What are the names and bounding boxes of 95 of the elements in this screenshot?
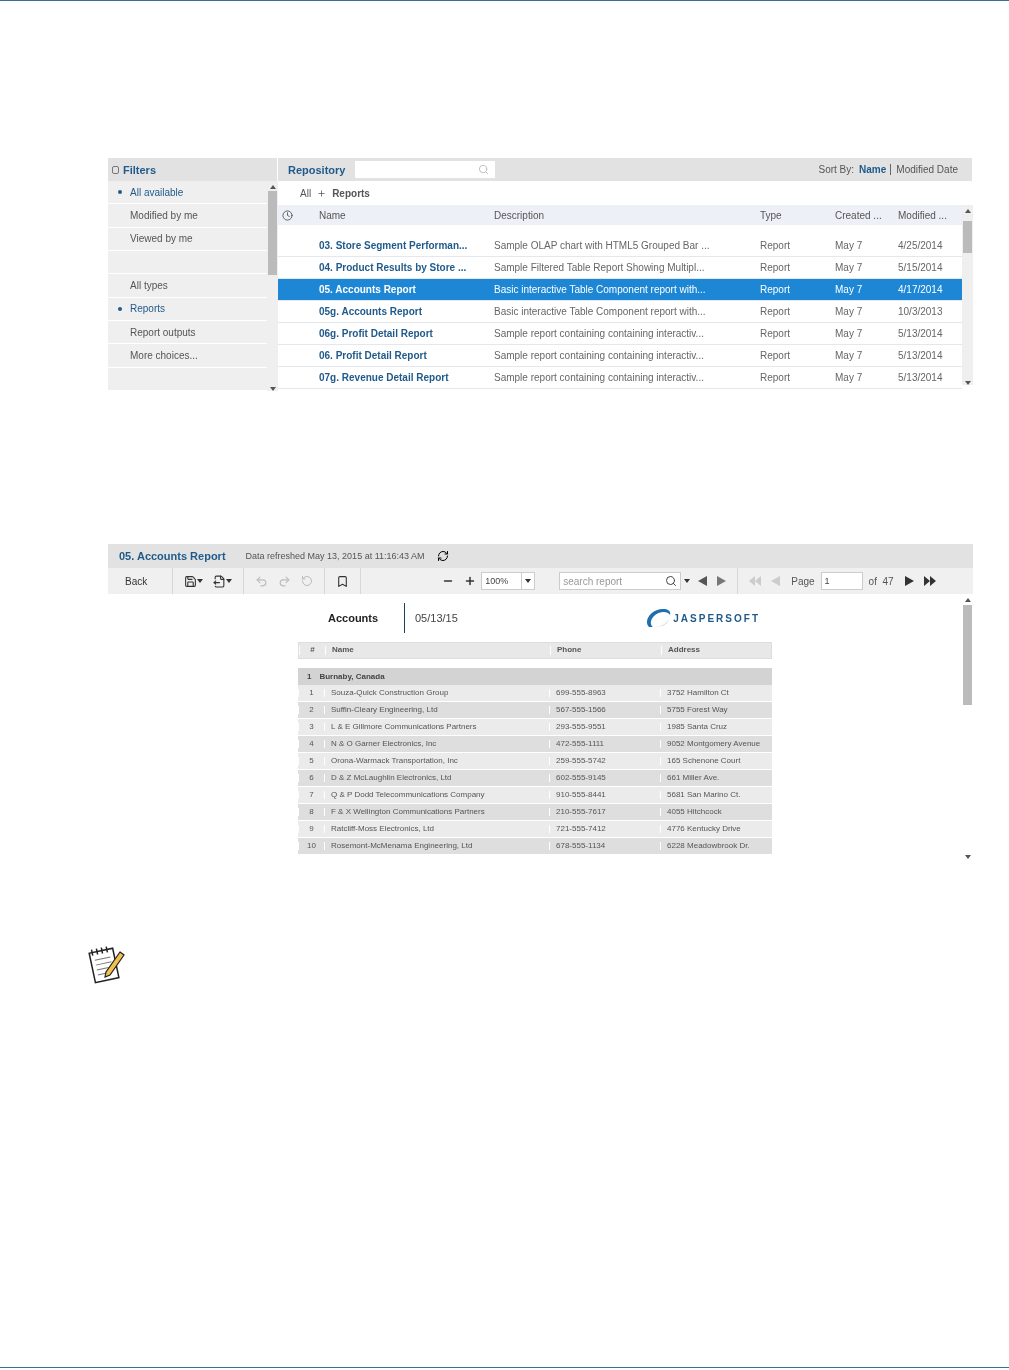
sort-option[interactable]: Modified Date — [896, 164, 958, 175]
column-header[interactable]: Name — [315, 209, 490, 221]
page-count: of 47 — [868, 575, 894, 587]
column-header: Address — [661, 646, 773, 655]
table-cell: D & Z McLaughlin Electronics, Ltd — [324, 773, 549, 783]
column-header: Phone — [550, 646, 661, 655]
table-cell: 9 — [298, 824, 324, 834]
checkbox-icon — [112, 165, 119, 174]
breadcrumb-current: Reports — [332, 187, 370, 199]
table-cell: 210-555-7617 — [549, 807, 660, 817]
table-cell: 4055 Hitchcock — [660, 807, 772, 817]
refresh-time: Data refreshed May 13, 2015 at 11:16:43 AM — [245, 551, 425, 561]
table-cell: 293-555-9551 — [549, 722, 660, 732]
table-cell: 6 — [298, 773, 324, 783]
file-arrow-icon — [213, 574, 227, 588]
double-left-icon — [749, 576, 762, 586]
table-cell: Souza-Quick Construction Group — [324, 688, 549, 698]
table-cell: 4776 Kentucky Drive — [660, 824, 772, 834]
table-cell: 3 — [298, 722, 324, 732]
group-label: Burnaby, Canada — [319, 672, 385, 681]
undo-icon — [255, 574, 269, 588]
page-field[interactable]: 1 — [820, 572, 863, 590]
caret-icon — [684, 579, 691, 583]
double-right-icon — [923, 576, 936, 586]
right-triangle-icon — [904, 576, 914, 586]
plus-icon — [464, 575, 477, 587]
table-cell: 472-555-1111 — [549, 739, 660, 749]
table-cell: 2 — [298, 705, 324, 715]
plus-icon — [317, 188, 327, 198]
sort-label: Sort By: — [818, 164, 855, 175]
report-date: 05/13/15 — [415, 612, 458, 624]
table-cell: 9052 Montgomery Avenue — [660, 739, 772, 749]
table-cell: 10 — [298, 841, 324, 851]
table-cell: 259-555-5742 — [549, 756, 660, 766]
right-triangle-icon — [717, 576, 727, 586]
sort-option[interactable]: Name — [859, 164, 887, 175]
table-cell: 165 Schenone Court — [660, 756, 772, 766]
table-cell: 4 — [298, 739, 324, 749]
table-cell: 5681 San Marino Ct. — [660, 790, 772, 800]
left-triangle-icon — [698, 576, 708, 586]
column-header: Name — [325, 646, 550, 655]
table-cell: Ratcliff-Moss Electronics, Ltd — [324, 824, 549, 834]
table-cell: 7 — [298, 790, 324, 800]
scrollbar[interactable] — [962, 205, 973, 385]
table-cell: Rosemont-McMenama Engineering, Ltd — [324, 841, 549, 851]
notepad-pencil-icon — [86, 944, 126, 986]
table-cell: L & E Gillmore Communications Partners — [324, 722, 549, 732]
logo-text: JASPERSOFT — [673, 612, 760, 624]
caret-icon — [197, 579, 204, 583]
table-row[interactable]: 05. Accounts Report Basic interactive Table Component report with... Report May 7 4/17/2014 — [278, 279, 962, 301]
table-cell: F & X Wellington Communications Partners — [324, 807, 549, 817]
column-header[interactable]: Description — [490, 209, 756, 221]
clock-icon — [282, 209, 293, 221]
table-cell: 1985 Santa Cruz — [660, 722, 772, 732]
column-header[interactable]: Created ... — [831, 209, 894, 221]
bookmark-icon — [336, 574, 350, 588]
report-heading: Accounts — [328, 612, 380, 624]
table-cell: Orona-Warmack Transportation, Inc — [324, 756, 549, 766]
report-title: 05. Accounts Report — [119, 550, 226, 562]
caret-icon — [226, 579, 233, 583]
page-label: Page — [791, 575, 815, 587]
table-cell: 8 — [298, 807, 324, 817]
redo-icon — [278, 574, 292, 588]
search-field[interactable] — [355, 161, 496, 178]
search-icon — [478, 164, 490, 175]
column-header[interactable]: Modified ... — [894, 209, 962, 221]
table-cell: 661 Miller Ave. — [660, 773, 772, 783]
table-cell: 5 — [298, 756, 324, 766]
column-header: # — [299, 646, 325, 655]
filters-title: Filters — [123, 163, 156, 176]
table-cell: 910-555-8441 — [549, 790, 660, 800]
table-cell: Q & P Dodd Telecommunications Company — [324, 790, 549, 800]
table-cell: 602-555-9145 — [549, 773, 660, 783]
back-button[interactable]: Back — [120, 570, 153, 592]
table-cell: 1 — [298, 688, 324, 698]
table-cell: 699-555-8963 — [549, 688, 660, 698]
swoosh-logo-icon — [645, 607, 672, 629]
table-cell: 678-555-1134 — [549, 841, 660, 851]
table-cell: 6228 Meadowbrook Dr. — [660, 841, 772, 851]
table-cell: N & O Garner Electronics, Inc — [324, 739, 549, 749]
column-header[interactable]: Type — [756, 209, 831, 221]
table-cell: 721-555-7412 — [549, 824, 660, 834]
breadcrumb-link[interactable]: All — [300, 187, 312, 199]
search-icon — [665, 575, 678, 587]
refresh-icon[interactable] — [436, 550, 449, 562]
repository-title: Repository — [288, 163, 346, 176]
caret-icon — [525, 579, 532, 583]
table-cell: 5755 Forest Way — [660, 705, 772, 715]
reset-icon — [301, 575, 314, 587]
table-cell: 567-555-1566 — [549, 705, 660, 715]
table-cell: 3752 Hamilton Ct — [660, 688, 772, 698]
left-triangle-icon — [771, 576, 781, 586]
table-cell: Suffin-Cleary Engineering, Ltd — [324, 705, 549, 715]
zoom-field[interactable]: 100% — [481, 572, 536, 590]
group-index: 1 — [307, 672, 312, 681]
